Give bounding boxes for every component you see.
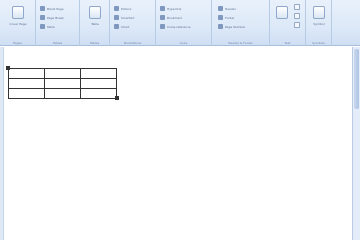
table-cell[interactable] — [8, 88, 45, 99]
footer-button[interactable]: Footer — [218, 14, 235, 21]
table-cell[interactable] — [8, 68, 45, 79]
table-cell[interactable] — [80, 78, 117, 89]
table-row — [8, 88, 117, 99]
group-text: Text — [270, 0, 306, 46]
hyperlink-button[interactable]: Hyperlink — [160, 5, 181, 12]
table-insert-button[interactable]: Table — [40, 23, 55, 30]
wordart-icon[interactable] — [294, 13, 300, 19]
group-label-tables: Tables — [52, 41, 63, 45]
group-label-text: Text — [284, 41, 291, 45]
cross-reference-button[interactable]: Cross-reference — [160, 23, 191, 30]
group-label-illustrations: Illustrations — [123, 41, 142, 45]
cover-page-button[interactable]: Cover Page — [9, 4, 27, 34]
drop-cap-icon[interactable] — [294, 22, 300, 28]
chart-icon — [114, 24, 119, 29]
table-cell[interactable] — [8, 78, 45, 89]
page-break-icon — [40, 15, 45, 20]
group-symbols: Symbol Symbols — [306, 0, 332, 46]
ribbon: Cover Page Pages Blank Page Page Break T… — [0, 0, 360, 46]
group-label-pages: Pages — [13, 41, 22, 45]
table-cell[interactable] — [44, 88, 81, 99]
table-grid-icon — [40, 24, 45, 29]
symbol-button[interactable]: Symbol — [310, 4, 328, 34]
table-icon — [89, 6, 101, 19]
document-table[interactable] — [8, 68, 117, 99]
cover-page-icon — [12, 6, 24, 19]
group-label-symbols: Symbols — [312, 41, 325, 45]
quick-parts-icon[interactable] — [294, 4, 300, 10]
text-box-button[interactable] — [273, 4, 291, 34]
table-cell[interactable] — [80, 88, 117, 99]
group-label-links: Links — [179, 41, 188, 45]
page-number-icon — [218, 24, 223, 29]
smartart-icon — [114, 15, 119, 20]
page-number-button[interactable]: Page Number — [218, 23, 245, 30]
table-move-handle[interactable] — [6, 66, 10, 70]
table-cell[interactable] — [80, 68, 117, 79]
text-box-icon — [276, 6, 288, 19]
group-header-footer: Header Footer Page Number Header & Foote… — [212, 0, 270, 46]
group-links: Hyperlink Bookmark Cross-reference Links — [156, 0, 212, 46]
page-break-button[interactable]: Page Break — [40, 14, 64, 21]
chart-button[interactable]: Chart — [114, 23, 129, 30]
blank-page-button[interactable]: Blank Page — [40, 5, 64, 12]
blank-page-icon — [40, 6, 45, 11]
table-button[interactable]: Table — [86, 4, 104, 34]
vertical-scrollbar[interactable] — [352, 47, 360, 240]
table-cell[interactable] — [44, 78, 81, 89]
footer-icon — [218, 15, 223, 20]
omega-icon — [313, 6, 325, 19]
picture-icon — [114, 6, 119, 11]
cross-reference-icon — [160, 24, 165, 29]
header-icon — [218, 6, 223, 11]
picture-button[interactable]: Picture — [114, 5, 131, 12]
table-cell[interactable] — [44, 68, 81, 79]
group-illustrations: Picture SmartArt Chart Illustrations — [110, 0, 156, 46]
bookmark-button[interactable]: Bookmark — [160, 14, 182, 21]
table-row — [8, 68, 117, 79]
group-label-header-footer: Header & Footer — [228, 41, 253, 45]
bookmark-icon — [160, 15, 165, 20]
cover-page-label: Cover Page — [9, 22, 27, 26]
table-resize-handle[interactable] — [115, 96, 119, 100]
document-left-margin — [0, 47, 4, 240]
scrollbar-thumb[interactable] — [354, 49, 359, 109]
group-pages-2: Blank Page Page Break Table Tables — [36, 0, 80, 46]
smartart-button[interactable]: SmartArt — [114, 14, 135, 21]
table-row — [8, 78, 117, 89]
hyperlink-icon — [160, 6, 165, 11]
group-tables: Table Tables — [80, 0, 110, 46]
group-label-table: Tables — [89, 41, 100, 45]
header-button[interactable]: Header — [218, 5, 236, 12]
group-pages: Cover Page Pages — [0, 0, 36, 46]
